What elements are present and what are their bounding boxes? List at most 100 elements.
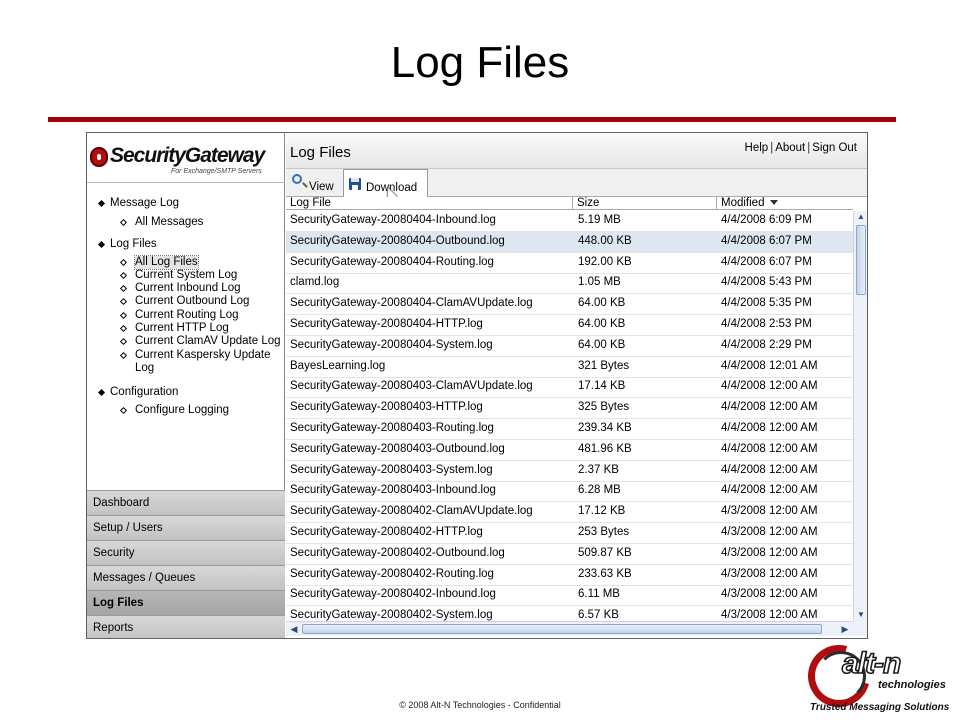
table-row[interactable]: SecurityGateway-20080404-HTTP.log 64.00 K… [286, 315, 853, 336]
view-button-label: View [309, 181, 334, 193]
cell-modified: 4/4/2008 12:00 AM [721, 401, 818, 414]
table-row[interactable]: SecurityGateway-20080402-System.log 6.57 … [286, 606, 853, 621]
table-row[interactable]: SecurityGateway-20080404-System.log 64.00… [286, 336, 853, 357]
table-row[interactable]: SecurityGateway-20080404-ClamAVUpdate.lo… [286, 294, 853, 316]
column-header-size[interactable]: Size [573, 197, 717, 210]
log-file-table: SecurityGateway-20080404-Inbound.log 5.19… [286, 211, 853, 621]
logo-name: alt-n [841, 646, 902, 681]
cell-log-file: SecurityGateway-20080403-HTTP.log [290, 401, 483, 414]
brand-tagline: For Exchange/SMTP Servers [171, 168, 262, 175]
table-row[interactable]: SecurityGateway-20080404-Outbound.log 448… [286, 231, 853, 253]
cell-log-file: SecurityGateway-20080402-Routing.log [290, 567, 494, 580]
about-link[interactable]: About [775, 142, 805, 154]
table-header: Log File Size Modified [286, 197, 853, 210]
table-row[interactable]: SecurityGateway-20080404-Inbound.log 5.19… [286, 211, 853, 232]
cell-size: 192.00 KB [578, 255, 632, 268]
table-row[interactable]: clamd.log 1.05 MB 4/4/2008 5:43 PM [286, 273, 853, 295]
column-header-log-file[interactable]: Log File [286, 197, 573, 210]
table-row[interactable]: SecurityGateway-20080404-Routing.log 192.… [286, 253, 853, 274]
cell-size: 1.05 MB [578, 276, 621, 289]
cell-size: 233.63 KB [578, 567, 632, 580]
scroll-down-icon[interactable]: ▼ [855, 609, 867, 621]
cell-log-file: SecurityGateway-20080403-Outbound.log [290, 442, 505, 455]
cell-modified: 4/4/2008 12:01 AM [721, 359, 818, 372]
tree-node-label: Configuration [110, 386, 179, 398]
table-row[interactable]: SecurityGateway-20080403-System.log 2.37 … [286, 461, 853, 482]
table-row[interactable]: SecurityGateway-20080402-HTTP.log 253 Byt… [286, 523, 853, 544]
vertical-scrollbar[interactable]: ▲ ▼ [853, 211, 867, 621]
sort-descending-icon [770, 200, 779, 206]
table-row[interactable]: SecurityGateway-20080402-Outbound.log 509… [286, 544, 853, 565]
cell-size: 6.11 MB [578, 588, 620, 601]
logo-subtitle: technologies [878, 679, 946, 691]
cell-log-file: SecurityGateway-20080402-System.log [290, 609, 493, 621]
cell-size: 64.00 KB [578, 338, 626, 351]
cell-modified: 4/3/2008 12:00 AM [721, 546, 818, 559]
cell-size: 17.14 KB [578, 380, 626, 393]
cell-modified: 4/4/2008 12:00 AM [721, 380, 818, 393]
cell-size: 6.57 KB [578, 609, 619, 621]
cell-modified: 4/4/2008 5:35 PM [721, 297, 812, 310]
column-header-modified[interactable]: Modified [717, 197, 853, 210]
vertical-scroll-thumb[interactable] [856, 225, 866, 295]
table-row[interactable]: SecurityGateway-20080403-HTTP.log 325 Byt… [286, 398, 853, 420]
scroll-left-icon[interactable]: ◀ [288, 623, 300, 635]
alt-n-logo: alt-n technologies Trusted Messaging Sol… [796, 633, 954, 719]
scrollbar-corner [853, 621, 867, 636]
nav-setup-users[interactable]: Setup / Users [87, 515, 285, 540]
cell-modified: 4/3/2008 12:00 AM [721, 609, 818, 621]
scroll-right-icon[interactable]: ▶ [839, 623, 851, 635]
magnifier-icon [292, 174, 302, 184]
cell-modified: 4/4/2008 6:07 PM [721, 255, 812, 268]
cell-log-file: SecurityGateway-20080402-HTTP.log [290, 526, 483, 538]
cell-modified: 4/4/2008 12:00 AM [721, 442, 818, 455]
nav-log-files[interactable]: Log Files [87, 590, 285, 615]
nav-reports[interactable]: Reports [87, 615, 285, 638]
link-separator: | [807, 142, 811, 154]
table-row[interactable]: BayesLearning.log 321 Bytes 4/4/2008 12:01… [286, 357, 853, 378]
table-row[interactable]: SecurityGateway-20080402-Inbound.log 6.11… [286, 585, 853, 607]
sign-out-link[interactable]: Sign Out [812, 142, 857, 154]
table-row[interactable]: SecurityGateway-20080403-ClamAVUpdate.lo… [286, 377, 853, 399]
scroll-up-icon[interactable]: ▲ [855, 211, 867, 223]
cell-size: 64.00 KB [578, 297, 626, 310]
cell-modified: 4/4/2008 2:29 PM [721, 338, 812, 351]
slide-title: Log Files [390, 38, 570, 87]
diamond-bullet-icon [119, 218, 128, 227]
nav-dashboard[interactable]: Dashboard [87, 490, 285, 515]
sidebar: SecurityGateway For Exchange/SMTP Server… [87, 133, 285, 638]
download-button[interactable]: Download [343, 169, 428, 201]
bullet-icon [97, 199, 106, 208]
table-row[interactable]: SecurityGateway-20080402-ClamAVUpdate.lo… [286, 502, 853, 524]
tree-item-label: Current Routing Log [135, 309, 239, 321]
cell-log-file: SecurityGateway-20080404-ClamAVUpdate.lo… [290, 297, 533, 310]
main-panel: Log Files Help | About | Sign Out View Downl… [286, 133, 867, 638]
cell-log-file: SecurityGateway-20080403-Inbound.log [290, 484, 496, 497]
tree-item-label: Current Inbound Log [135, 282, 241, 294]
cell-size: 2.37 KB [578, 463, 619, 476]
cell-size: 321 Bytes [578, 359, 630, 372]
view-button[interactable]: View [288, 169, 340, 197]
cell-size: 253 Bytes [578, 526, 630, 538]
cell-log-file: SecurityGateway-20080404-Inbound.log [290, 214, 496, 226]
cell-modified: 4/3/2008 12:00 AM [721, 588, 818, 601]
help-link[interactable]: Help [745, 142, 769, 154]
app-window: SecurityGateway For Exchange/SMTP Server… [86, 132, 868, 639]
table-row[interactable]: SecurityGateway-20080402-Routing.log 233.… [286, 565, 853, 586]
toolbar: View Download [286, 169, 867, 201]
table-row[interactable]: SecurityGateway-20080403-Routing.log 239.… [286, 419, 853, 440]
cell-log-file: SecurityGateway-20080404-HTTP.log [290, 318, 483, 330]
nav-security[interactable]: Security [87, 540, 285, 565]
horizontal-scroll-thumb[interactable] [302, 624, 822, 634]
cell-modified: 4/4/2008 6:09 PM [721, 214, 812, 226]
nav-messages-queues[interactable]: Messages / Queues [87, 565, 285, 590]
tree-item-label: Current HTTP Log [135, 322, 229, 334]
table-row[interactable]: SecurityGateway-20080403-Inbound.log 6.28… [286, 481, 853, 503]
cell-log-file: SecurityGateway-20080402-ClamAVUpdate.lo… [290, 505, 533, 518]
diamond-bullet-icon [119, 324, 128, 333]
cell-log-file: SecurityGateway-20080402-Outbound.log [290, 546, 505, 559]
table-row[interactable]: SecurityGateway-20080403-Outbound.log 481… [286, 440, 853, 461]
cell-log-file: SecurityGateway-20080404-Routing.log [290, 255, 494, 268]
horizontal-scrollbar[interactable]: ◀ ▶ [286, 621, 853, 636]
diamond-bullet-icon [119, 337, 128, 346]
